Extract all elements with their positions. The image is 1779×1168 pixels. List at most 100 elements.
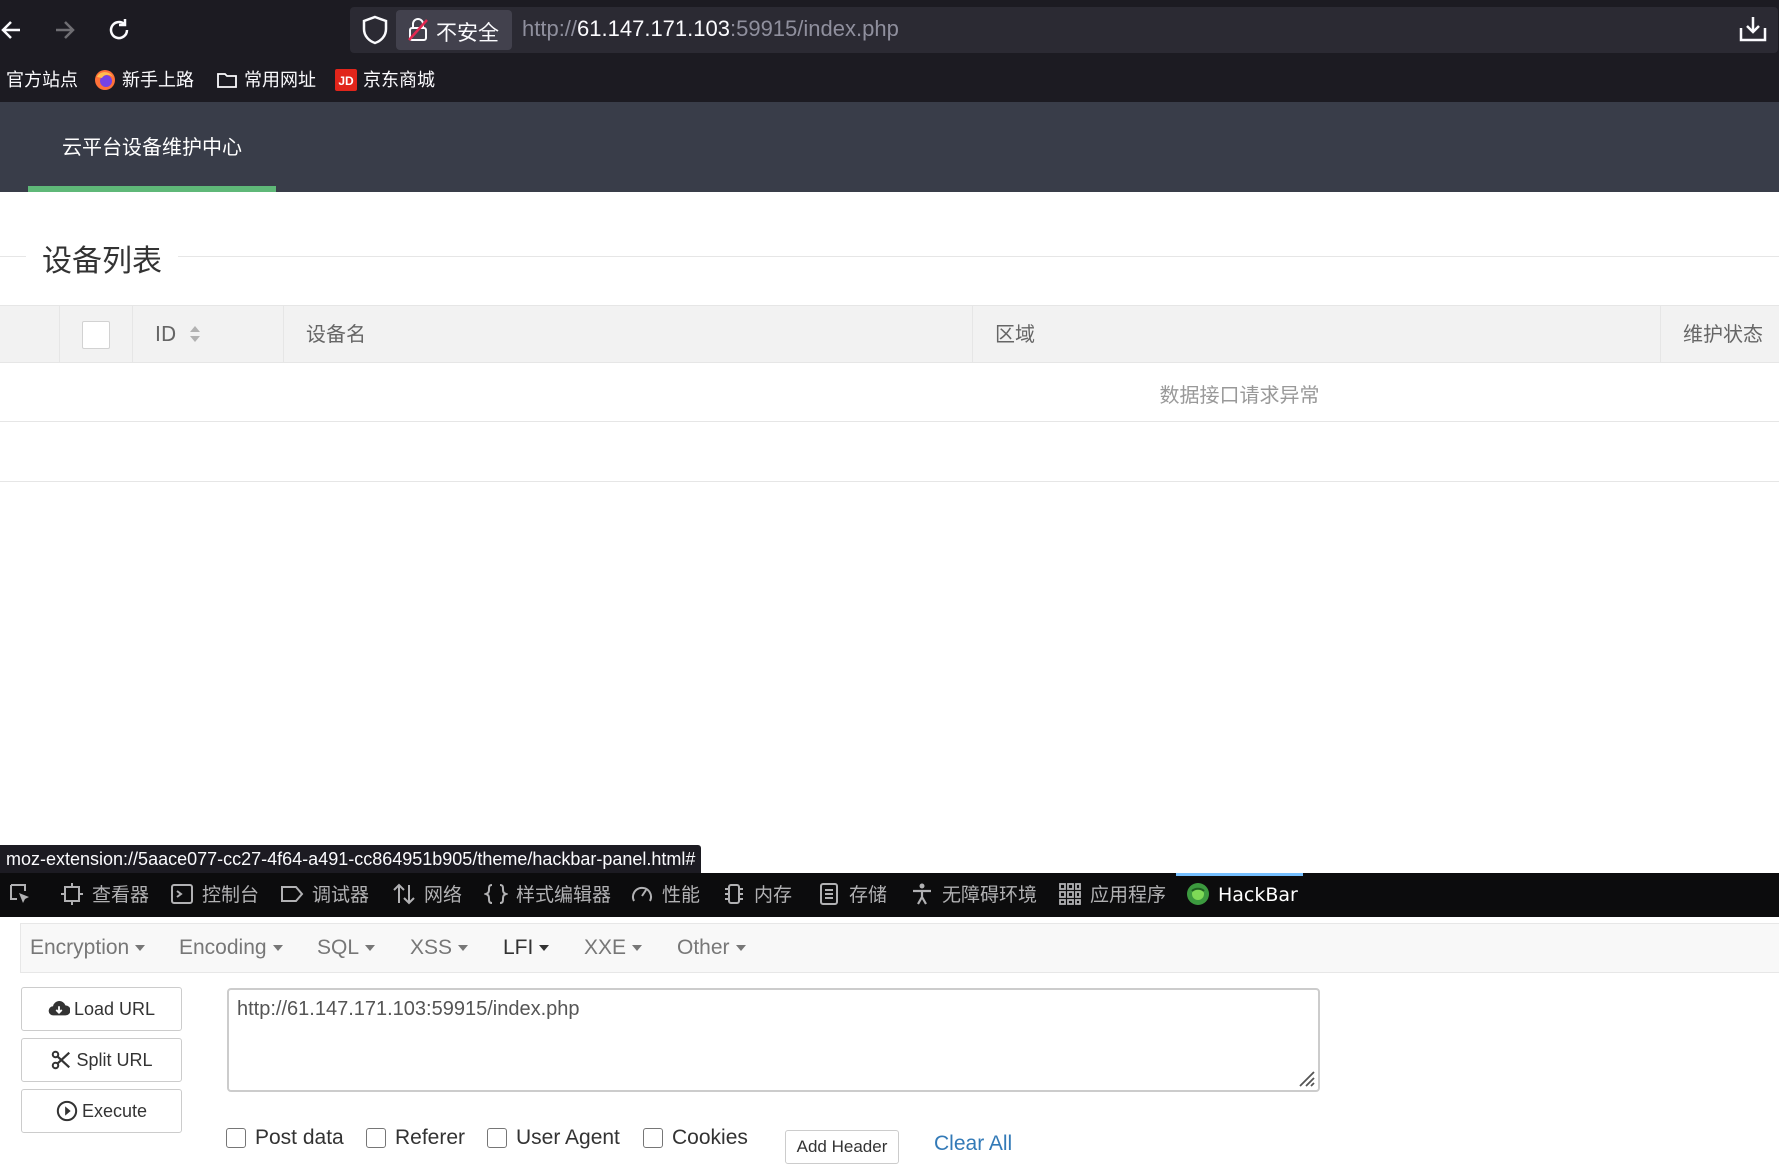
bookmark-label: 新手上路 <box>122 70 194 91</box>
page-title: 设备列表 <box>26 236 178 280</box>
tab-label: 调试器 <box>312 884 370 906</box>
button-label: Load URL <box>73 999 156 1019</box>
tab-inspector[interactable]: 查看器 <box>60 873 149 917</box>
post-data-checkbox[interactable]: Post data <box>226 1123 344 1153</box>
tab-label: 查看器 <box>92 884 150 906</box>
inspector-icon <box>61 883 83 905</box>
caret-down-icon <box>272 945 283 951</box>
select-all-checkbox[interactable] <box>82 321 110 349</box>
column-header-maintenance-status: 维护状态 <box>1660 306 1779 362</box>
bookmarks-bar: 官方站点 新手上路 常用网址 JD 京东商城 <box>0 60 1779 102</box>
bookmark-official-site[interactable]: 官方站点 <box>0 68 78 94</box>
tab-label: 无障碍环境 <box>942 884 1038 906</box>
caret-down-icon <box>135 945 146 951</box>
browser-toolbar: 不安全 http://61.147.171.103:59915/index.ph… <box>0 0 1779 60</box>
jd-icon: JD <box>335 69 357 91</box>
memory-icon <box>725 884 743 904</box>
element-picker-button[interactable] <box>8 873 40 917</box>
checkbox-label: Cookies <box>672 1126 748 1149</box>
add-header-button[interactable]: Add Header <box>785 1130 899 1164</box>
broken-lock-icon <box>408 18 428 41</box>
tab-label: 性能 <box>662 884 701 906</box>
sort-icon[interactable] <box>188 324 202 344</box>
tab-hackbar[interactable]: HackBar <box>1186 873 1298 917</box>
menu-label: Other <box>677 936 730 959</box>
tab-application[interactable]: 应用程序 <box>1058 873 1166 917</box>
checkbox-box[interactable] <box>366 1128 386 1148</box>
network-icon <box>393 883 415 905</box>
menu-xss[interactable]: XSS <box>410 936 469 960</box>
bookmark-label: 京东商城 <box>363 70 435 91</box>
menu-sql[interactable]: SQL <box>317 936 376 960</box>
devtools-toolbar: 查看器 控制台 调试器 网络 样式编辑器 性能 内存 存储 无障碍环境 应用程序… <box>0 873 1779 917</box>
svg-text:JD: JD <box>338 74 354 88</box>
back-arrow-icon[interactable] <box>0 12 30 48</box>
menu-other[interactable]: Other <box>677 936 746 960</box>
checkbox-box[interactable] <box>487 1128 507 1148</box>
shield-icon[interactable] <box>360 14 390 46</box>
tab-storage[interactable]: 存储 <box>817 873 887 917</box>
execute-button[interactable]: Execute <box>21 1089 182 1133</box>
url-host: 61.147.171.103 <box>577 16 730 41</box>
bookmark-folder-common[interactable]: 常用网址 <box>216 68 316 94</box>
column-header-device-name: 设备名 <box>283 306 972 362</box>
forward-arrow-icon[interactable] <box>46 12 82 48</box>
element-picker-icon <box>10 884 29 903</box>
checkbox-box[interactable] <box>643 1128 663 1148</box>
nav-item-brand[interactable]: 云平台设备维护中心 <box>28 102 276 192</box>
menu-xxe[interactable]: XXE <box>584 936 643 960</box>
reload-icon[interactable] <box>101 12 137 48</box>
hackbar-panel: Encryption Encoding SQL XSS LFI XXE Othe… <box>0 917 1779 1168</box>
menu-lfi[interactable]: LFI <box>503 936 550 960</box>
caret-down-icon <box>539 945 550 951</box>
url-textarea[interactable]: http://61.147.171.103:59915/index.php <box>227 988 1320 1092</box>
braces-icon <box>484 884 508 904</box>
caret-down-icon <box>365 945 376 951</box>
insecure-connection-button[interactable]: 不安全 <box>396 10 512 50</box>
table-row <box>0 422 1779 482</box>
column-label: ID <box>155 322 177 346</box>
tab-style-editor[interactable]: 样式编辑器 <box>484 873 611 917</box>
link-status-overlay: moz-extension://5aace077-cc27-4f64-a491-… <box>0 845 702 873</box>
column-header-id[interactable]: ID <box>132 306 283 362</box>
referer-checkbox[interactable]: Referer <box>366 1123 465 1153</box>
tab-memory[interactable]: 内存 <box>722 873 792 917</box>
insecure-label: 不安全 <box>436 21 499 45</box>
menu-encoding[interactable]: Encoding <box>179 936 283 960</box>
downloads-icon[interactable] <box>1738 14 1768 44</box>
tab-debugger[interactable]: 调试器 <box>280 873 369 917</box>
tab-label: 样式编辑器 <box>516 884 612 906</box>
tab-label: HackBar <box>1218 884 1298 906</box>
tab-network[interactable]: 网络 <box>392 873 462 917</box>
resize-grip-icon[interactable] <box>1296 1068 1316 1088</box>
tab-console[interactable]: 控制台 <box>170 873 259 917</box>
user-agent-checkbox[interactable]: User Agent <box>487 1123 620 1153</box>
debugger-icon <box>281 886 304 902</box>
url-path: :59915/index.php <box>729 16 899 41</box>
tab-accessibility[interactable]: 无障碍环境 <box>910 873 1037 917</box>
hackbar-logo-icon <box>1187 883 1209 905</box>
menu-label: LFI <box>503 936 534 959</box>
hackbar-menu: Encryption Encoding SQL XSS LFI XXE Othe… <box>20 923 1779 973</box>
split-url-button[interactable]: Split URL <box>21 1038 182 1082</box>
bookmark-getting-started[interactable]: 新手上路 <box>94 68 194 94</box>
cookies-checkbox[interactable]: Cookies <box>643 1123 748 1153</box>
tab-performance[interactable]: 性能 <box>630 873 700 917</box>
bookmark-label: 官方站点 <box>6 70 78 91</box>
section-divider <box>0 256 1779 257</box>
empty-message: 数据接口请求异常 <box>1159 383 1320 407</box>
tab-label: 网络 <box>424 884 463 906</box>
storage-icon <box>820 883 838 905</box>
table-header: ID 设备名 区域 维护状态 <box>0 305 1779 363</box>
menu-label: Encoding <box>179 936 267 959</box>
load-url-button[interactable]: Load URL <box>21 987 182 1031</box>
bookmark-jd[interactable]: JD 京东商城 <box>335 68 435 94</box>
menu-encryption[interactable]: Encryption <box>30 936 146 960</box>
clear-all-link[interactable]: Clear All <box>934 1132 1012 1156</box>
bookmark-label: 常用网址 <box>244 70 316 91</box>
play-circle-icon <box>56 1100 78 1122</box>
grid-icon <box>1059 883 1081 905</box>
checkbox-box[interactable] <box>226 1128 246 1148</box>
url-text[interactable]: http://61.147.171.103:59915/index.php <box>522 16 899 42</box>
folder-icon <box>217 73 237 88</box>
